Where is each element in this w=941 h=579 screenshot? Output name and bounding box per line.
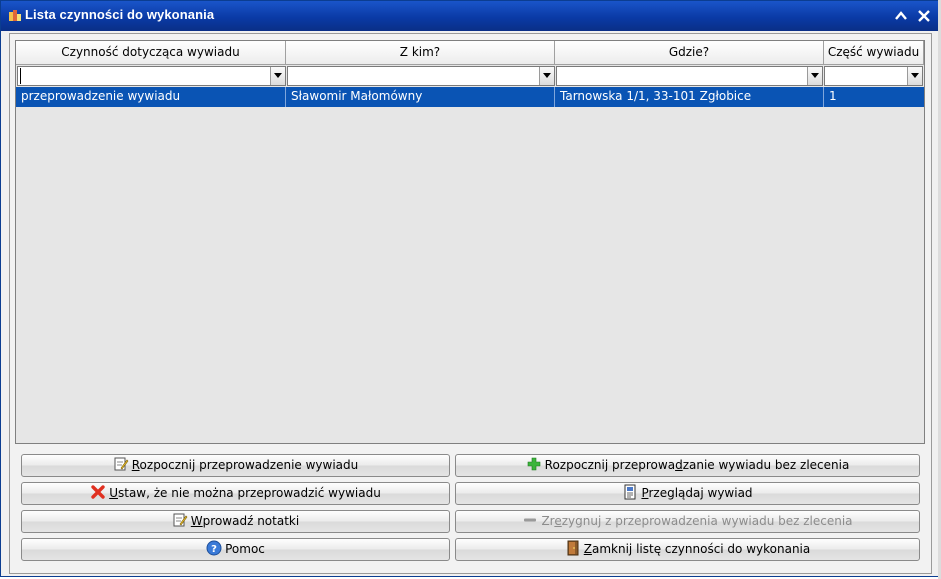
cell-with-whom: Sławomir Małomówny [286, 87, 555, 107]
delete-x-icon [90, 484, 106, 500]
label-part: zygnuj z przeprowadzenia wywiadu bez zle… [561, 514, 853, 528]
tasks-grid: Czynność dotycząca wywiadu Z kim? Gdzie?… [15, 40, 925, 444]
cell-activity: przeprowadzenie wywiadu [16, 87, 286, 107]
label-accesskey: Z [583, 542, 592, 556]
label-part: Pomoc [225, 542, 265, 556]
cannot-conduct-button[interactable]: Ustaw, że nie można przeprowadzić wywiad… [21, 482, 450, 505]
triangle-down-icon [274, 73, 282, 78]
filter-where-input[interactable] [559, 68, 805, 84]
label-part: staw, że nie można przeprowadzić wywiadu [117, 486, 381, 500]
column-header-with-whom[interactable]: Z kim? [286, 41, 555, 65]
filter-activity-input[interactable] [20, 68, 269, 84]
chevron-up-icon [895, 11, 907, 20]
filter-where-dropdown[interactable] [807, 67, 822, 85]
enter-notes-button[interactable]: Wprowadź notatki [21, 510, 450, 533]
edit-note-icon [113, 456, 129, 472]
resign-interview-button[interactable]: Zrezygnuj z przeprowadzenia wywiadu bez … [455, 510, 920, 533]
column-header-activity[interactable]: Czynność dotycząca wywiadu [16, 41, 286, 65]
label-part: rzeglądaj wywiad [648, 486, 753, 500]
label-part: Rozpocznij przeprowa [544, 458, 676, 472]
label-accesskey: W [190, 514, 203, 528]
label-accesskey: U [109, 486, 118, 500]
document-view-icon [622, 484, 638, 500]
filter-activity-dropdown[interactable] [270, 67, 285, 85]
triangle-down-icon [811, 73, 819, 78]
label-part: prowadź notatki [202, 514, 300, 528]
label-accesskey: d [675, 458, 683, 472]
filter-activity [17, 66, 286, 86]
help-button[interactable]: ? Pomoc [21, 538, 450, 561]
label-accesskey: e [554, 514, 562, 528]
svg-text:?: ? [211, 544, 217, 555]
start-interview-button[interactable]: Rozpocznij przeprowadzenie wywiadu [21, 454, 450, 477]
grid-filter-row [16, 65, 924, 87]
table-row[interactable]: przeprowadzenie wywiadu Sławomir Małomów… [16, 87, 924, 107]
edit-note-icon [172, 512, 188, 528]
close-window-button[interactable] [915, 7, 933, 25]
triangle-down-icon [543, 73, 551, 78]
cell-part: 1 [829, 89, 837, 103]
view-interview-button[interactable]: Przeglądaj wywiad [455, 482, 920, 505]
grid-header: Czynność dotycząca wywiadu Z kim? Gdzie?… [16, 41, 924, 65]
label-part: amknij listę czynności do wykonania [591, 542, 811, 556]
filter-with-whom-input[interactable] [290, 68, 538, 84]
collapse-button[interactable] [892, 7, 910, 25]
door-exit-icon [565, 540, 581, 556]
minus-icon [522, 512, 538, 528]
label-part: Zr [541, 514, 555, 528]
filter-with-whom-dropdown[interactable] [539, 67, 554, 85]
cell-where: Tarnowska 1/1, 33-101 Zgłobice [555, 87, 824, 107]
filter-part-dropdown[interactable] [907, 67, 922, 85]
column-header-where[interactable]: Gdzie? [555, 41, 824, 65]
triangle-down-icon [911, 73, 919, 78]
app-icon [8, 9, 22, 23]
window-title: Lista czynności do wykonania [25, 7, 215, 22]
filter-part [824, 66, 923, 86]
title-bar[interactable]: Lista czynności do wykonania [1, 1, 938, 31]
close-list-button[interactable]: Zamknij listę czynności do wykonania [455, 538, 920, 561]
plus-icon [526, 456, 542, 472]
filter-where [556, 66, 823, 86]
label-part: zanie wywiadu bez zlecenia [682, 458, 850, 472]
filter-with-whom [287, 66, 555, 86]
help-icon: ? [206, 540, 222, 556]
label-accesskey: R [131, 458, 140, 472]
start-interview-without-order-button[interactable]: Rozpocznij przeprowadzanie wywiadu bez z… [455, 454, 920, 477]
column-header-part[interactable]: Część wywiadu [824, 41, 924, 65]
close-icon [918, 10, 930, 22]
label-part: ozpocznij przeprowadzenie wywiadu [139, 458, 359, 472]
filter-part-input[interactable] [827, 68, 907, 84]
